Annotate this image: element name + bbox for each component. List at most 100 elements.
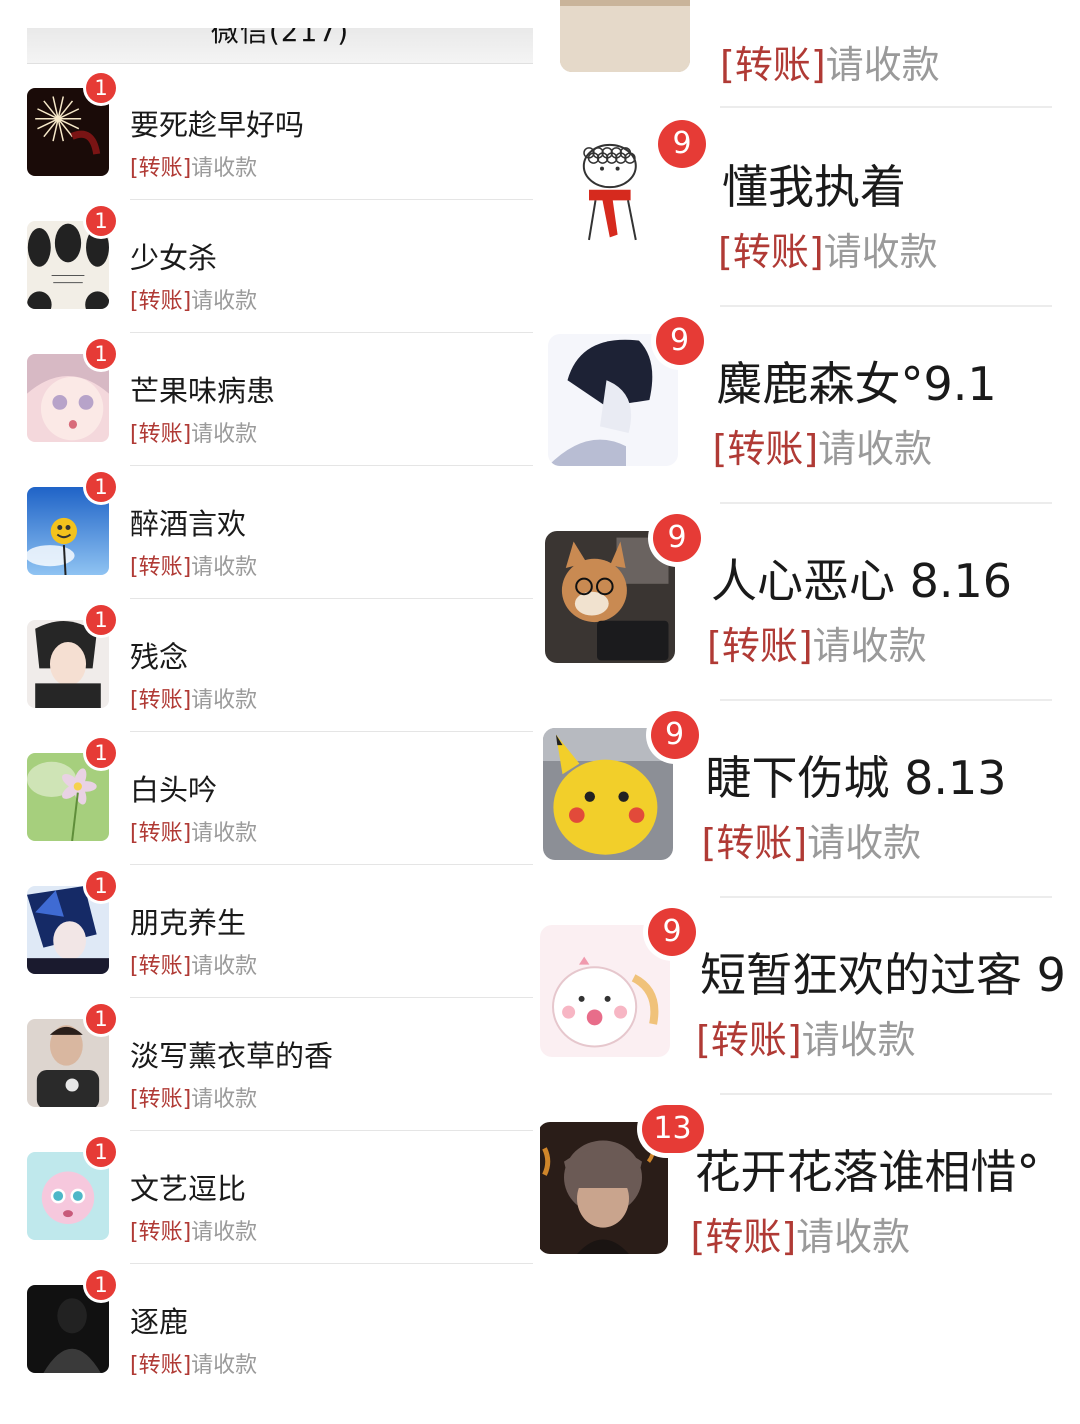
message-preview: [转账]请收款 [696,1009,916,1064]
unread-badge: 1 [86,1270,116,1300]
unread-badge: 1 [86,605,116,635]
transfer-tag: [转账] [130,954,192,979]
message-text: 请收款 [823,230,938,274]
transfer-tag: [转账] [130,1087,192,1112]
chat-row[interactable]: 1 文艺逗比 [转账]请收款 [0,1137,540,1285]
chat-row[interactable]: 1 芒果味病患 [转账]请收款 [0,339,540,487]
transfer-tag: [转账] [130,1220,192,1245]
transfer-tag: [转账] [130,1353,192,1378]
chat-name: 醉酒言欢 [130,507,247,541]
chat-name: 朋克养生 [130,906,247,940]
transfer-tag: [转账] [707,624,813,668]
message-preview: [转账]请收款 [707,615,927,670]
message-preview: [转账]请收款 [130,682,257,714]
message-text: 请收款 [818,427,933,471]
row-divider [720,1093,1052,1095]
chat-row[interactable]: 1 逐鹿 [转账]请收款 [0,1270,540,1418]
transfer-tag: [转账] [130,156,192,181]
chat-row[interactable]: 1 醉酒言欢 [转账]请收款 [0,472,540,620]
message-preview: [转账]请收款 [713,418,933,473]
cropped-avatar [560,0,690,72]
message-preview: [转账]请收款 [130,549,257,581]
message-text: 请收款 [825,43,940,87]
chat-row[interactable]: 1 白头吟 [转账]请收款 [0,738,540,886]
message-preview: [转账]请收款 [130,815,257,847]
row-divider [130,332,533,333]
nav-bar: 微信(217) [27,28,533,64]
message-preview: [转账]请收款 [702,812,922,867]
message-text: 请收款 [191,156,258,181]
cute-cartoon-avatar[interactable] [540,925,670,1057]
shiba-glasses-avatar[interactable] [545,531,675,663]
transfer-tag: [转账] [690,1215,797,1259]
message-text: 请收款 [191,1353,258,1378]
row-divider [720,896,1052,898]
chat-row[interactable]: 9 睫下伤城 8.13 [转账]请收款 [540,711,1080,923]
transfer-tag: [转账] [130,289,192,314]
chat-name: 人心恶心 8.16 [711,554,1013,608]
message-text: 请收款 [191,1220,258,1245]
chat-name: 逐鹿 [130,1305,189,1339]
chat-name: 花开花落谁相惜° [694,1145,1040,1199]
chat-name: 麋鹿森女°9.1 [716,357,997,411]
chat-name: 残念 [130,640,189,674]
transfer-tag: [转账] [696,1018,802,1062]
chat-row[interactable]: 1 残念 [转账]请收款 [0,605,540,753]
unread-badge: 9 [655,317,704,365]
chat-row[interactable]: 9 短暂狂欢的过客 9 [转账]请收款 [540,908,1080,1120]
chat-name: 白头吟 [130,773,218,807]
chat-name: 芒果味病患 [130,374,276,408]
message-text: 请收款 [191,1087,258,1112]
chat-row[interactable]: 9 人心恶心 8.16 [转账]请收款 [540,514,1080,726]
message-text: 请收款 [812,624,927,668]
pikachu-avatar[interactable] [542,728,673,860]
chat-row[interactable]: 13 花开花落谁相惜° [转账]请收款 [540,1105,1080,1317]
chat-row[interactable]: 1 少女杀 [转账]请收款 [0,206,540,354]
row-divider [720,106,1052,108]
chat-name: 文艺逗比 [130,1172,247,1206]
chat-row[interactable]: 1 要死趁早好吗 [转账]请收款 [0,73,540,221]
row-divider [130,731,533,732]
row-divider [720,305,1052,307]
unread-badge: 1 [86,472,116,502]
transfer-tag: [转账] [701,821,808,865]
message-preview: [转账]请收款 [130,416,257,448]
row-divider [720,502,1052,504]
right-chat-list: [转账]请收款 9 懂我执着 [转账]请收款 9 麋鹿森女°9.1 [转账]请收款 [540,0,1080,1424]
sketch-boy-avatar[interactable] [547,334,678,466]
chat-row[interactable]: 9 懂我执着 [转账]请收款 [540,120,1080,332]
unread-badge: 1 [86,1137,116,1167]
chat-row[interactable]: 1 朋克养生 [转账]请收款 [0,871,540,1019]
unread-badge: 9 [658,120,706,168]
message-text: 请收款 [191,422,258,447]
message-text: 请收款 [191,954,258,979]
unread-badge: 1 [86,206,116,236]
chat-row[interactable]: 1 淡写薰衣草的香 [转账]请收款 [0,1004,540,1152]
doodle-scarf-avatar[interactable] [550,137,680,269]
row-divider [130,598,533,599]
chat-name: 要死趁早好吗 [130,108,305,142]
message-preview: [转账]请收款 [720,34,940,89]
transfer-tag: [转账] [130,821,192,846]
message-text: 请收款 [801,1018,916,1062]
unread-badge: 1 [86,73,116,103]
unread-badge: 1 [86,738,116,768]
row-divider [130,465,533,466]
message-text: 请收款 [191,688,258,713]
row-divider [130,1130,533,1131]
message-preview: [转账]请收款 [130,283,257,315]
chat-name: 少女杀 [130,241,218,275]
row-divider [130,199,533,200]
left-chat-list: 微信(217) 1 要死趁早好吗 [转账]请收款 1 少女杀 [转账]请收款 1 芒果味病… [0,0,540,1424]
transfer-tag: [转账] [720,43,826,87]
message-text: 请收款 [191,821,258,846]
message-text: 请收款 [796,1215,911,1259]
row-divider [130,1263,533,1264]
chat-name: 睫下伤城 8.13 [705,751,1007,805]
unread-badge: 9 [648,908,696,956]
page-title: 微信(217) [210,28,350,48]
chat-row[interactable]: 9 麋鹿森女°9.1 [转账]请收款 [540,317,1080,529]
partial-chat-row[interactable]: [转账]请收款 [540,0,1080,110]
message-preview: [转账]请收款 [130,1214,257,1246]
unread-badge: 9 [650,711,699,759]
